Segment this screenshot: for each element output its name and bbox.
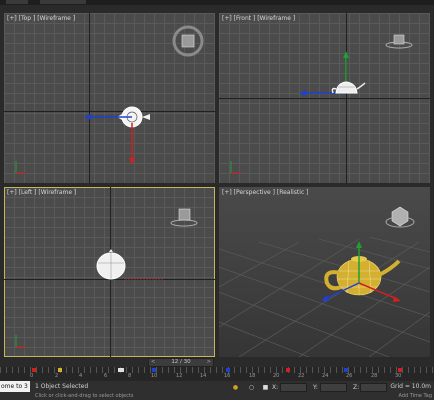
time-slider-next-button[interactable]: >: [207, 359, 211, 366]
keyframe-marker[interactable]: [344, 368, 348, 372]
lock-selection-icon[interactable]: ●: [232, 384, 239, 391]
z-coordinate-field[interactable]: [360, 383, 387, 392]
perspective-grid: [219, 236, 430, 357]
trackbar-tick-label: 26: [346, 373, 353, 379]
keyframe-marker[interactable]: [152, 368, 156, 372]
y-coordinate-field[interactable]: [320, 383, 347, 392]
teapot-wireframe-icon: [331, 81, 366, 94]
x-coordinate-field[interactable]: [280, 383, 307, 392]
trackbar-tick-label: 10: [151, 373, 158, 379]
toolbar-segment[interactable]: [6, 0, 28, 4]
time-slider[interactable]: < 12 / 30 >: [148, 358, 214, 367]
viewcube-icon: [385, 206, 415, 228]
viewport-perspective[interactable]: [+] [Perspective ] [Realistic ]: [219, 187, 430, 357]
trackbar-tick-label: 16: [224, 373, 231, 379]
trackbar-tick-label: 20: [273, 373, 280, 379]
time-slider-prev-button[interactable]: <: [151, 359, 155, 366]
viewport-perspective-scene: [219, 206, 430, 357]
keyframe-marker[interactable]: [32, 368, 36, 372]
trackbar-tick-label: 0: [30, 373, 34, 379]
viewcube-icon: [172, 25, 204, 57]
world-axis-tripod-icon: [15, 335, 26, 348]
viewport-top-scene: [15, 25, 204, 174]
trackbar-tick-label: 22: [298, 373, 305, 379]
viewcube-icon: [170, 208, 198, 227]
trackbar-tick-label: 4: [79, 373, 83, 379]
prompt-line: Click or click-and-drag to select object…: [35, 393, 134, 399]
trackbar-tick-label: 30: [395, 373, 402, 379]
world-axis-tripod-icon: [15, 161, 26, 174]
trackbar-tick-label: 6: [104, 373, 108, 379]
y-coordinate-label: Y:: [313, 384, 318, 391]
viewport-left-scene: [15, 208, 198, 348]
top-toolbar-strip: [0, 0, 434, 5]
trackbar-tick-label: 18: [249, 373, 256, 379]
status-bar: ome to 3 1 Object Selected Click or clic…: [0, 381, 434, 400]
grid-size-readout: Grid = 10.0m: [390, 383, 431, 390]
viewcube-icon: [385, 34, 413, 49]
isolate-icon[interactable]: ○: [248, 384, 255, 391]
trackbar-tick-label: 24: [322, 373, 329, 379]
trackbar-ticks: [0, 367, 434, 373]
keyframe-marker[interactable]: [58, 368, 62, 372]
viewport-top[interactable]: [+] [Top ] [Wireframe ]: [4, 13, 215, 183]
viewport-front[interactable]: [+] [Front ] [Wireframe ]: [219, 13, 430, 183]
time-slider-label: 12 / 30: [171, 359, 191, 365]
z-coordinate-label: Z:: [353, 384, 360, 391]
selection-status: 1 Object Selected: [35, 383, 89, 390]
world-axis-tripod-icon: [230, 161, 241, 174]
keyframe-marker[interactable]: [398, 368, 402, 372]
keyframe-marker[interactable]: [286, 368, 290, 372]
add-time-tag-button[interactable]: Add Time Tag: [398, 393, 432, 399]
teapot-wireframe-icon: [96, 249, 164, 280]
viewport-front-scene: [230, 34, 413, 174]
viewport-left[interactable]: [+] [Left ] [Wireframe ]: [4, 187, 215, 357]
toolbar-segment[interactable]: [40, 0, 86, 4]
absolute-mode-icon[interactable]: ■: [262, 384, 269, 391]
current-frame-marker[interactable]: [118, 368, 124, 372]
x-coordinate-label: X:: [272, 384, 279, 391]
trackbar[interactable]: 0 2 4 6 8 10 12 14 16 18 20 22 24 26 28 …: [0, 367, 434, 381]
trackbar-tick-label: 2: [55, 373, 59, 379]
keyframe-marker[interactable]: [226, 368, 230, 372]
trackbar-tick-label: 12: [176, 373, 183, 379]
maxscript-listener-field[interactable]: ome to 3: [0, 381, 30, 392]
trackbar-tick-label: 8: [128, 373, 132, 379]
trackbar-tick-label: 28: [371, 373, 378, 379]
trackbar-tick-label: 14: [200, 373, 207, 379]
